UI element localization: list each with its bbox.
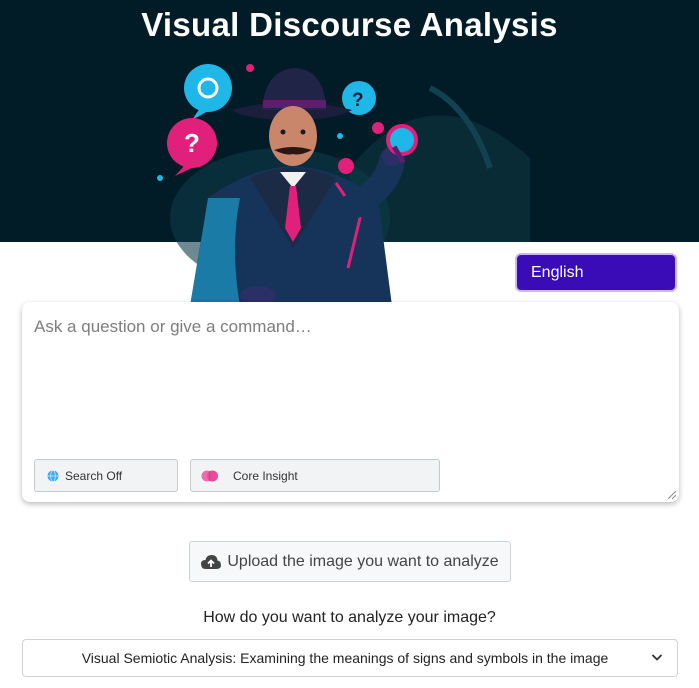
- globe-icon: [47, 469, 59, 482]
- insight-mode-button[interactable]: Core Insight: [190, 459, 440, 492]
- upload-image-button[interactable]: Upload the image you want to analyze: [189, 541, 511, 582]
- cloud-upload-icon: [201, 554, 222, 569]
- svg-text:?: ?: [184, 128, 200, 158]
- detective-illustration: ? ?: [157, 64, 530, 306]
- chevron-down-icon: [651, 654, 663, 661]
- app-title: Visual Discourse Analysis: [141, 6, 558, 43]
- search-toggle-label: Search Off: [65, 468, 123, 483]
- resize-handle-icon[interactable]: [668, 491, 676, 499]
- svg-text:?: ?: [352, 90, 364, 111]
- upload-image-label: Upload the image you want to analyze: [227, 552, 499, 570]
- language-select[interactable]: English: [515, 253, 677, 292]
- app-page: ? ? Visual Discourse Analysis English As…: [0, 0, 699, 688]
- analysis-method-select[interactable]: Visual Semiotic Analysis: Examining the …: [22, 639, 678, 677]
- analysis-method-value: Visual Semiotic Analysis: Examining the …: [81, 650, 609, 666]
- search-toggle-button[interactable]: Search Off: [34, 459, 178, 492]
- prompt-input[interactable]: [34, 317, 664, 447]
- insight-mode-label: Core Insight: [233, 468, 298, 483]
- prompt-card: Search Off Core Insight: [22, 302, 679, 502]
- analysis-question: How do you want to analyze your image?: [203, 609, 496, 626]
- brain-icon: [201, 470, 218, 481]
